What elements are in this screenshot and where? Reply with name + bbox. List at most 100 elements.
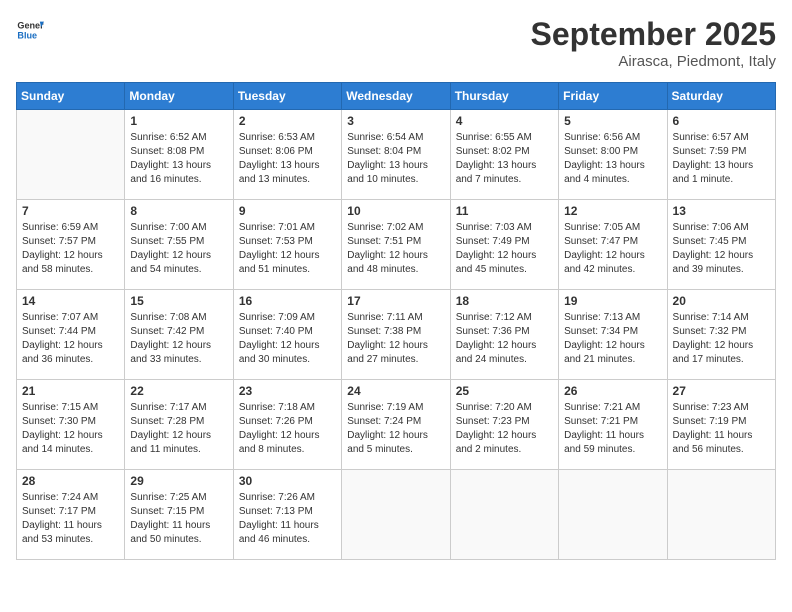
day-number: 23 bbox=[239, 384, 336, 398]
day-number: 7 bbox=[22, 204, 119, 218]
day-info: Sunrise: 7:01 AM Sunset: 7:53 PM Dayligh… bbox=[239, 221, 336, 277]
day-number: 14 bbox=[22, 294, 119, 308]
day-number: 29 bbox=[130, 474, 227, 488]
calendar-cell: 8 Sunrise: 7:00 AM Sunset: 7:55 PM Daylig… bbox=[125, 200, 233, 290]
day-number: 15 bbox=[130, 294, 227, 308]
calendar-cell: 17 Sunrise: 7:11 AM Sunset: 7:38 PM Dayli… bbox=[342, 290, 450, 380]
day-info: Sunrise: 7:18 AM Sunset: 7:26 PM Dayligh… bbox=[239, 401, 336, 457]
calendar-cell: 19Sunrise: 7:13 AM Sunset: 7:34 PM Dayli… bbox=[559, 290, 667, 380]
calendar-cell: 18 Sunrise: 7:12 AM Sunset: 7:36 PM Dayli… bbox=[450, 290, 558, 380]
day-number: 18 bbox=[456, 294, 553, 308]
day-info: Sunrise: 7:19 AM Sunset: 7:24 PM Dayligh… bbox=[347, 401, 444, 457]
day-info: Sunrise: 7:12 AM Sunset: 7:36 PM Dayligh… bbox=[456, 311, 553, 367]
day-number: 1 bbox=[130, 114, 227, 128]
day-number: 12 bbox=[564, 204, 661, 218]
day-info: Sunrise: 7:03 AM Sunset: 7:49 PM Dayligh… bbox=[456, 221, 553, 277]
calendar-cell bbox=[17, 110, 125, 200]
day-number: 8 bbox=[130, 204, 227, 218]
day-number: 21 bbox=[22, 384, 119, 398]
svg-text:Blue: Blue bbox=[17, 30, 37, 40]
logo-icon: General Blue bbox=[16, 16, 44, 44]
day-number: 19 bbox=[564, 294, 661, 308]
day-info: Sunrise: 6:56 AM Sunset: 8:00 PM Dayligh… bbox=[564, 131, 661, 187]
day-number: 17 bbox=[347, 294, 444, 308]
day-number: 24 bbox=[347, 384, 444, 398]
day-info: Sunrise: 7:17 AM Sunset: 7:28 PM Dayligh… bbox=[130, 401, 227, 457]
day-number: 10 bbox=[347, 204, 444, 218]
calendar-cell: 5 Sunrise: 6:56 AM Sunset: 8:00 PM Daylig… bbox=[559, 110, 667, 200]
calendar-cell: 28 Sunrise: 7:24 AM Sunset: 7:17 PM Dayli… bbox=[17, 470, 125, 560]
day-info: Sunrise: 6:57 AM Sunset: 7:59 PM Dayligh… bbox=[673, 131, 770, 187]
calendar-cell: 9 Sunrise: 7:01 AM Sunset: 7:53 PM Daylig… bbox=[233, 200, 341, 290]
calendar-cell: 15 Sunrise: 7:08 AM Sunset: 7:42 PM Dayli… bbox=[125, 290, 233, 380]
day-info: Sunrise: 7:07 AM Sunset: 7:44 PM Dayligh… bbox=[22, 311, 119, 367]
calendar-cell: 20 Sunrise: 7:14 AM Sunset: 7:32 PM Dayli… bbox=[667, 290, 775, 380]
calendar-header-row: SundayMondayTuesdayWednesdayThursdayFrid… bbox=[17, 83, 776, 110]
calendar-cell: 21 Sunrise: 7:15 AM Sunset: 7:30 PM Dayli… bbox=[17, 380, 125, 470]
day-number: 4 bbox=[456, 114, 553, 128]
day-number: 16 bbox=[239, 294, 336, 308]
day-info: Sunrise: 7:15 AM Sunset: 7:30 PM Dayligh… bbox=[22, 401, 119, 457]
day-info: Sunrise: 7:21 AM Sunset: 7:21 PM Dayligh… bbox=[564, 401, 661, 457]
day-number: 22 bbox=[130, 384, 227, 398]
calendar-cell: 16Sunrise: 7:09 AM Sunset: 7:40 PM Dayli… bbox=[233, 290, 341, 380]
day-info: Sunrise: 7:14 AM Sunset: 7:32 PM Dayligh… bbox=[673, 311, 770, 367]
calendar-cell bbox=[450, 470, 558, 560]
calendar-cell: 13Sunrise: 7:06 AM Sunset: 7:45 PM Dayli… bbox=[667, 200, 775, 290]
calendar-cell: 11 Sunrise: 7:03 AM Sunset: 7:49 PM Dayli… bbox=[450, 200, 558, 290]
day-info: Sunrise: 6:55 AM Sunset: 8:02 PM Dayligh… bbox=[456, 131, 553, 187]
weekday-header-friday: Friday bbox=[559, 83, 667, 110]
calendar-cell: 1 Sunrise: 6:52 AM Sunset: 8:08 PM Daylig… bbox=[125, 110, 233, 200]
weekday-header-tuesday: Tuesday bbox=[233, 83, 341, 110]
day-number: 25 bbox=[456, 384, 553, 398]
day-info: Sunrise: 7:06 AM Sunset: 7:45 PM Dayligh… bbox=[673, 221, 770, 277]
weekday-header-monday: Monday bbox=[125, 83, 233, 110]
day-info: Sunrise: 7:11 AM Sunset: 7:38 PM Dayligh… bbox=[347, 311, 444, 367]
day-info: Sunrise: 6:52 AM Sunset: 8:08 PM Dayligh… bbox=[130, 131, 227, 187]
calendar-cell: 10 Sunrise: 7:02 AM Sunset: 7:51 PM Dayli… bbox=[342, 200, 450, 290]
day-info: Sunrise: 6:53 AM Sunset: 8:06 PM Dayligh… bbox=[239, 131, 336, 187]
day-number: 26 bbox=[564, 384, 661, 398]
calendar-cell: 29 Sunrise: 7:25 AM Sunset: 7:15 PM Dayli… bbox=[125, 470, 233, 560]
day-info: Sunrise: 7:24 AM Sunset: 7:17 PM Dayligh… bbox=[22, 491, 119, 547]
calendar-cell: 14 Sunrise: 7:07 AM Sunset: 7:44 PM Dayli… bbox=[17, 290, 125, 380]
day-number: 5 bbox=[564, 114, 661, 128]
calendar-cell: 24 Sunrise: 7:19 AM Sunset: 7:24 PM Dayli… bbox=[342, 380, 450, 470]
calendar-cell: 23 Sunrise: 7:18 AM Sunset: 7:26 PM Dayli… bbox=[233, 380, 341, 470]
calendar-cell: 25Sunrise: 7:20 AM Sunset: 7:23 PM Dayli… bbox=[450, 380, 558, 470]
day-number: 2 bbox=[239, 114, 336, 128]
calendar-table: SundayMondayTuesdayWednesdayThursdayFrid… bbox=[16, 82, 776, 560]
page-header: General Blue September 2025 Airasca, Pie… bbox=[16, 16, 776, 70]
day-info: Sunrise: 7:08 AM Sunset: 7:42 PM Dayligh… bbox=[130, 311, 227, 367]
day-number: 28 bbox=[22, 474, 119, 488]
day-number: 3 bbox=[347, 114, 444, 128]
location-subtitle: Airasca, Piedmont, Italy bbox=[531, 53, 776, 70]
logo: General Blue bbox=[16, 16, 44, 49]
day-info: Sunrise: 7:25 AM Sunset: 7:15 PM Dayligh… bbox=[130, 491, 227, 547]
title-block: September 2025 Airasca, Piedmont, Italy bbox=[531, 16, 776, 70]
calendar-cell: 12Sunrise: 7:05 AM Sunset: 7:47 PM Dayli… bbox=[559, 200, 667, 290]
weekday-header-saturday: Saturday bbox=[667, 83, 775, 110]
day-info: Sunrise: 7:23 AM Sunset: 7:19 PM Dayligh… bbox=[673, 401, 770, 457]
calendar-cell: 6 Sunrise: 6:57 AM Sunset: 7:59 PM Daylig… bbox=[667, 110, 775, 200]
calendar-cell bbox=[667, 470, 775, 560]
calendar-cell: 3 Sunrise: 6:54 AM Sunset: 8:04 PM Daylig… bbox=[342, 110, 450, 200]
calendar-cell: 2 Sunrise: 6:53 AM Sunset: 8:06 PM Daylig… bbox=[233, 110, 341, 200]
day-info: Sunrise: 6:59 AM Sunset: 7:57 PM Dayligh… bbox=[22, 221, 119, 277]
weekday-header-sunday: Sunday bbox=[17, 83, 125, 110]
calendar-cell: 7 Sunrise: 6:59 AM Sunset: 7:57 PM Daylig… bbox=[17, 200, 125, 290]
calendar-cell: 22 Sunrise: 7:17 AM Sunset: 7:28 PM Dayli… bbox=[125, 380, 233, 470]
day-info: Sunrise: 7:02 AM Sunset: 7:51 PM Dayligh… bbox=[347, 221, 444, 277]
calendar-cell: 4 Sunrise: 6:55 AM Sunset: 8:02 PM Daylig… bbox=[450, 110, 558, 200]
month-title: September 2025 bbox=[531, 16, 776, 53]
day-number: 20 bbox=[673, 294, 770, 308]
calendar-cell: 26 Sunrise: 7:21 AM Sunset: 7:21 PM Dayli… bbox=[559, 380, 667, 470]
day-number: 6 bbox=[673, 114, 770, 128]
calendar-cell: 30Sunrise: 7:26 AM Sunset: 7:13 PM Dayli… bbox=[233, 470, 341, 560]
calendar-cell: 27Sunrise: 7:23 AM Sunset: 7:19 PM Dayli… bbox=[667, 380, 775, 470]
day-info: Sunrise: 7:00 AM Sunset: 7:55 PM Dayligh… bbox=[130, 221, 227, 277]
day-info: Sunrise: 6:54 AM Sunset: 8:04 PM Dayligh… bbox=[347, 131, 444, 187]
calendar-cell bbox=[559, 470, 667, 560]
day-number: 9 bbox=[239, 204, 336, 218]
day-number: 11 bbox=[456, 204, 553, 218]
